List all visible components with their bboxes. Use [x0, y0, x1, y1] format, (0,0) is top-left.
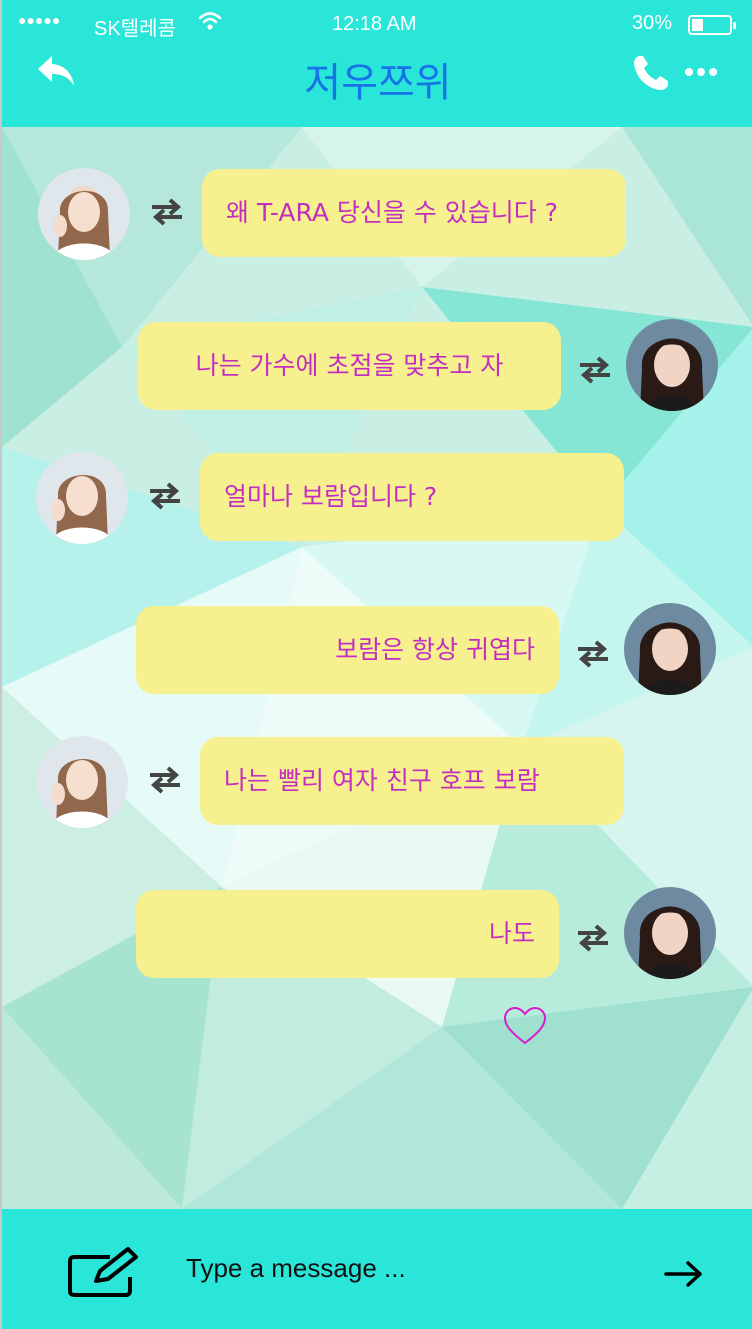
- message-bubble-received[interactable]: 나는 빨리 여자 친구 호프 보람: [200, 737, 624, 825]
- battery-icon: [688, 15, 736, 35]
- message-text: 나는 가수에 초점을 맞추고 자: [195, 351, 504, 380]
- more-dots-icon[interactable]: [684, 66, 718, 78]
- swap-arrows-icon: [150, 482, 180, 510]
- user-avatar[interactable]: [626, 319, 718, 411]
- swap-arrows-icon: [578, 640, 608, 668]
- swap-arrows-icon: [150, 766, 180, 794]
- chat-screen: ●●●●● SK텔레콤 12:18 AM 30% 저우쯔위 왜 T-ARA 당신…: [0, 0, 752, 1329]
- message-text: 나는 빨리 여자 친구 호프 보람: [224, 766, 540, 795]
- message-composer: [2, 1209, 752, 1329]
- message-bubble-received[interactable]: 얼마나 보람입니다 ?: [200, 453, 624, 541]
- contact-avatar[interactable]: [38, 168, 130, 260]
- message-text: 얼마나 보람입니다 ?: [224, 482, 438, 511]
- battery-percent: 30%: [632, 12, 673, 34]
- message-bubble-sent[interactable]: 나는 가수에 초점을 맞추고 자: [138, 322, 561, 410]
- contact-avatar[interactable]: [36, 452, 128, 544]
- chat-header: ●●●●● SK텔레콤 12:18 AM 30% 저우쯔위: [2, 0, 752, 127]
- contact-avatar[interactable]: [36, 736, 128, 828]
- message-bubble-sent[interactable]: 보람은 항상 귀엽다: [136, 606, 559, 694]
- user-avatar[interactable]: [624, 887, 716, 979]
- carrier-name: SK텔레콤: [94, 18, 176, 40]
- message-bubble-received[interactable]: 왜 T-ARA 당신을 수 있습니다 ?: [202, 169, 626, 257]
- compose-icon[interactable]: [66, 1247, 142, 1299]
- swap-arrows-icon: [152, 198, 182, 226]
- message-text: 보람은 항상 귀엽다: [335, 635, 535, 664]
- message-text: 나도: [488, 919, 535, 948]
- phone-icon[interactable]: [632, 54, 670, 92]
- status-bar: ●●●●● SK텔레콤 12:18 AM 30%: [2, 0, 752, 48]
- message-bubble-sent[interactable]: 나도: [136, 890, 559, 978]
- swap-arrows-icon: [578, 924, 608, 952]
- message-input[interactable]: [186, 1247, 626, 1289]
- signal-strength: ●●●●●: [18, 12, 61, 28]
- heart-outline-icon[interactable]: [502, 1005, 548, 1047]
- clock: 12:18 AM: [332, 13, 417, 35]
- wifi-icon: [198, 12, 222, 30]
- user-avatar[interactable]: [624, 603, 716, 695]
- message-text: 왜 T-ARA 당신을 수 있습니다 ?: [226, 198, 559, 227]
- swap-arrows-icon: [580, 356, 610, 384]
- arrow-right-icon[interactable]: [664, 1259, 704, 1289]
